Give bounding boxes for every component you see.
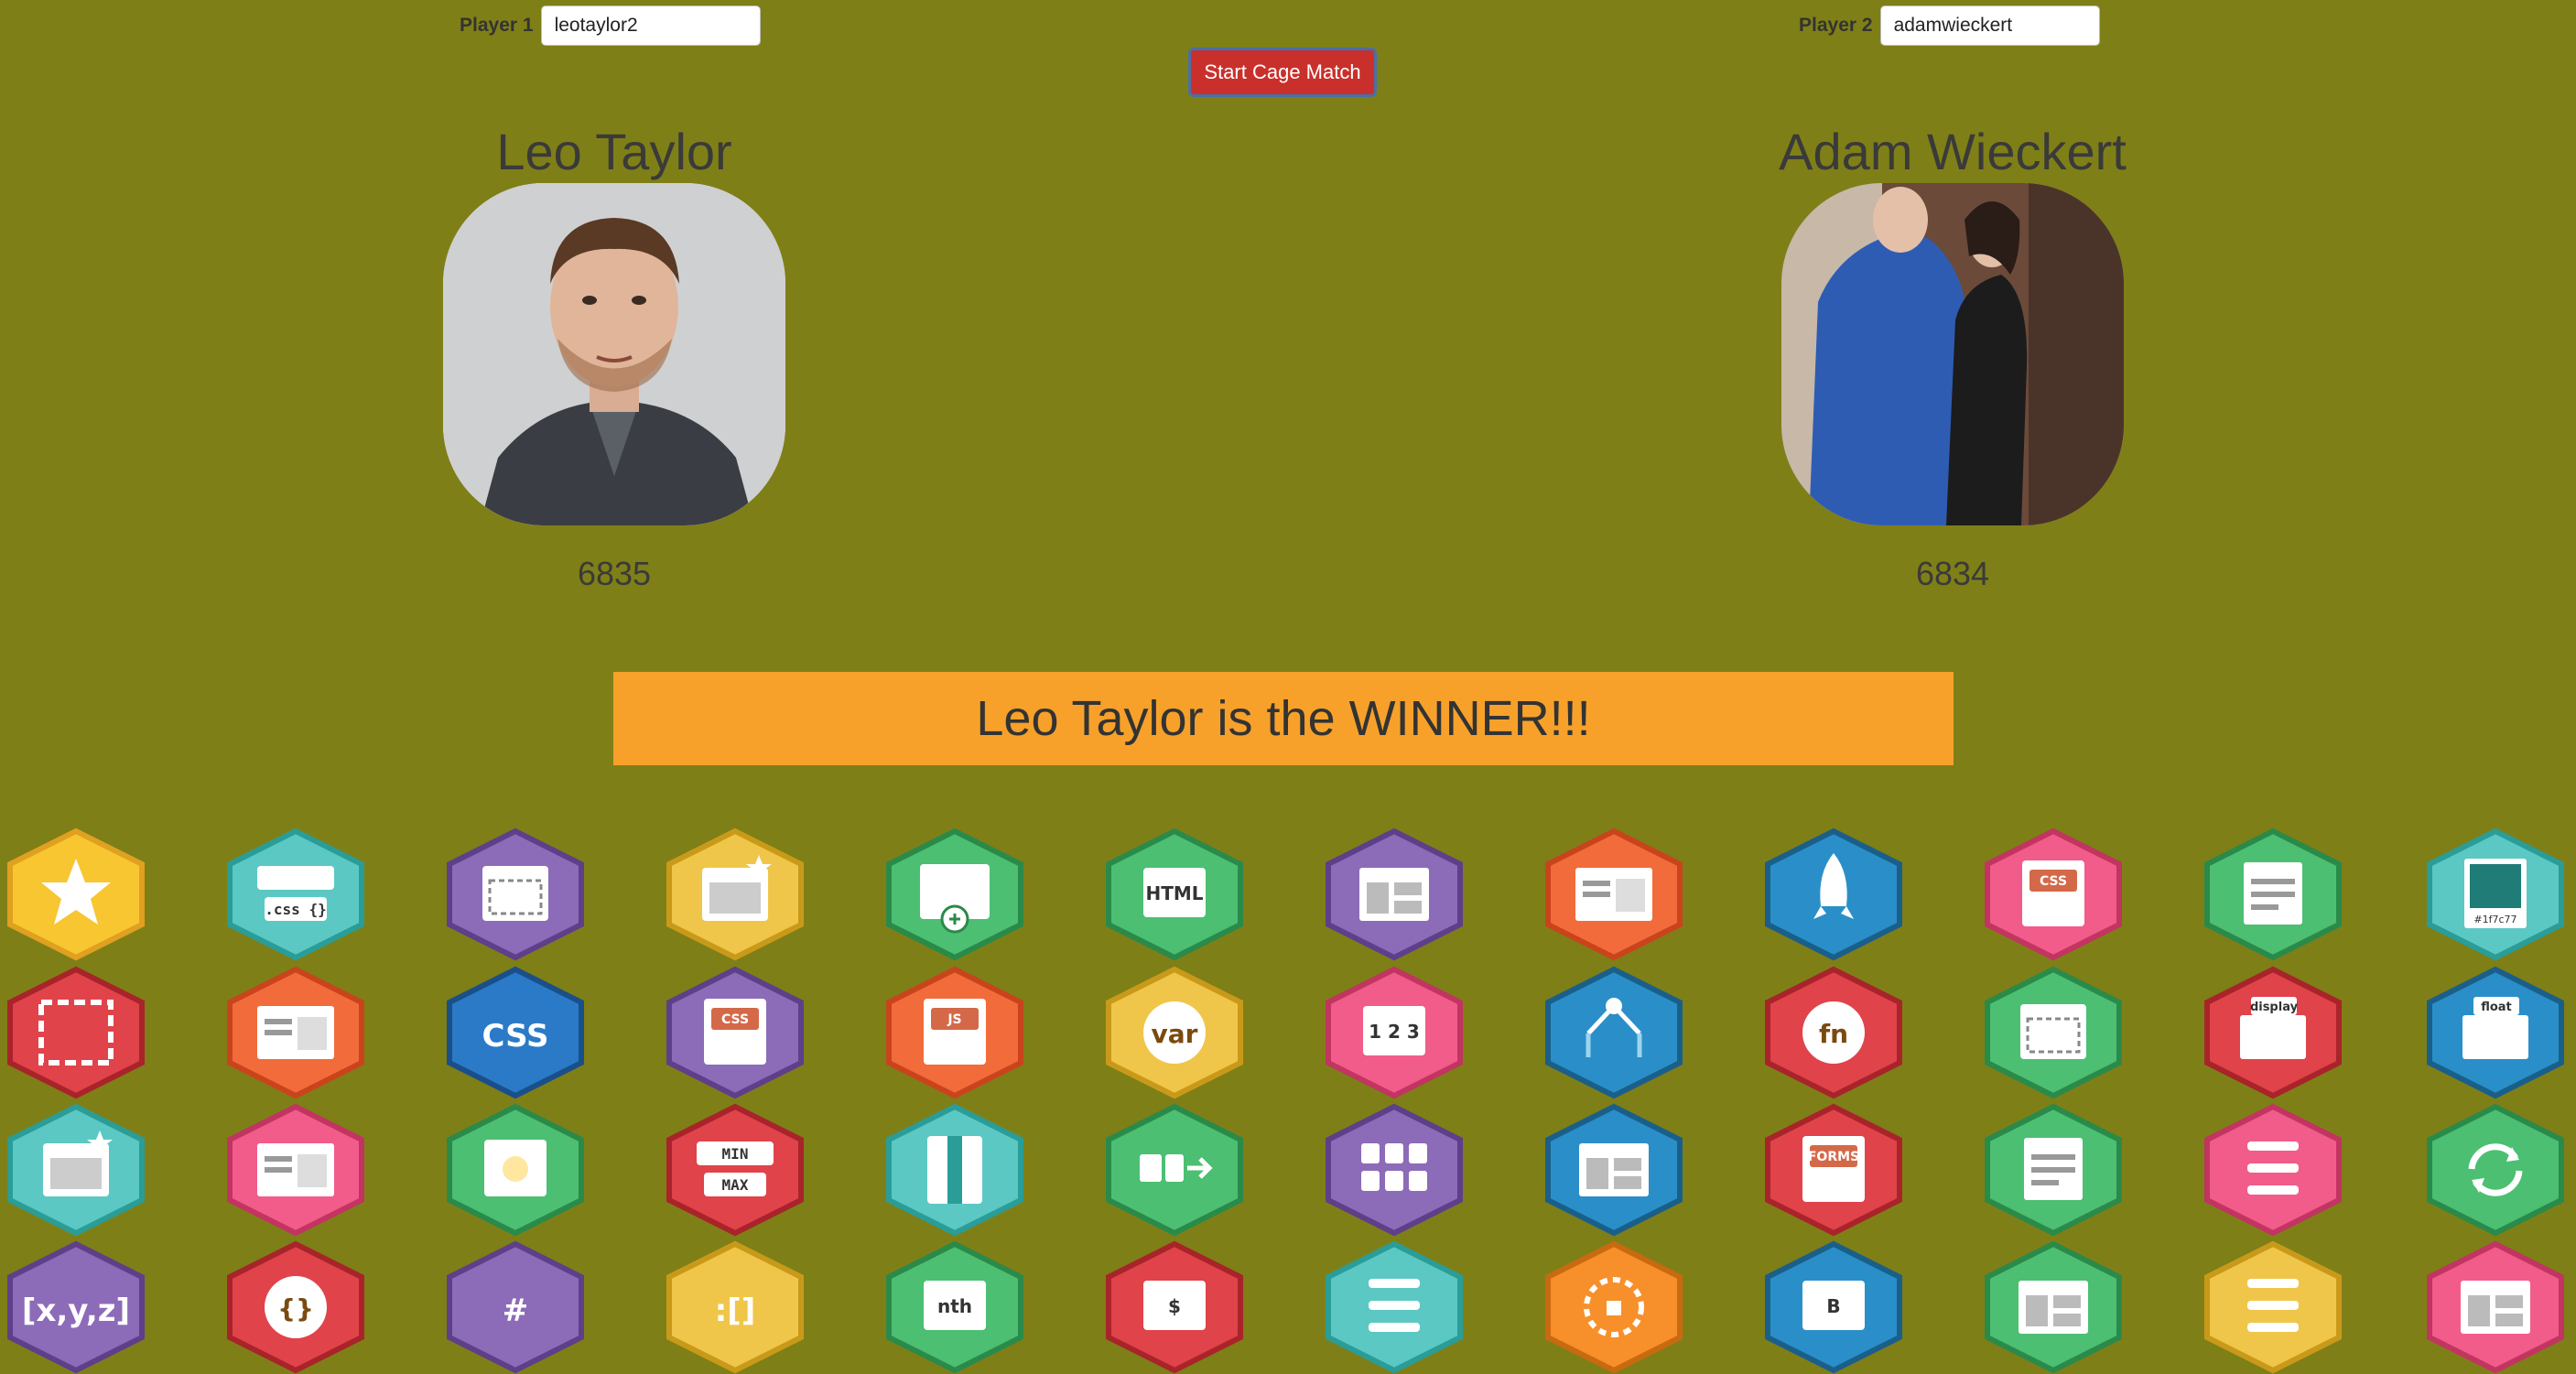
svg-text:{}: {}: [277, 1293, 314, 1324]
badge-news-icon: [224, 1103, 367, 1237]
svg-text:MIN: MIN: [722, 1145, 749, 1163]
player1-avatar: [443, 183, 785, 525]
badge-css-icon: CSS: [664, 966, 806, 1099]
badge-circle-text-icon: {}: [224, 1240, 367, 1374]
svg-text:#1f7c77: #1f7c77: [2473, 914, 2516, 925]
svg-text:CSS: CSS: [482, 1018, 548, 1055]
badge-window-icon: [1982, 966, 2125, 1099]
badge-list-icon: [2202, 1240, 2344, 1374]
badge-grid-icon: [1323, 1103, 1466, 1237]
svg-text:#: #: [503, 1293, 529, 1329]
start-cage-match-button[interactable]: Start Cage Match: [1188, 48, 1377, 97]
badge-window-plus-icon: [883, 828, 1026, 961]
svg-text:var: var: [1152, 1019, 1198, 1049]
badge-tree-icon: [1542, 966, 1685, 1099]
badge-float-icon: float: [2424, 966, 2567, 1099]
badge-fn-icon: fn: [1762, 966, 1905, 1099]
player2-score: 6834: [1915, 555, 1990, 592]
player1-name: Leo Taylor: [496, 123, 732, 180]
badge-layout-icon: [1323, 828, 1466, 961]
badge-arrow-icon: [1103, 1103, 1246, 1237]
badge-doc-icon: [1982, 1103, 2125, 1237]
player2-card: Adam Wieckert 6834: [1751, 121, 2154, 593]
player1-score: 6835: [577, 555, 652, 592]
player2-username-input[interactable]: [1879, 5, 2100, 46]
badge-bulb-icon: [444, 1103, 587, 1237]
badge-html-icon: HTML: [1103, 828, 1246, 961]
badge-news-icon: [1542, 828, 1685, 961]
svg-text:HTML: HTML: [1145, 882, 1203, 904]
player2-name: Adam Wieckert: [1779, 123, 2127, 180]
badge-window-icon: [444, 828, 587, 961]
svg-text:nth: nth: [937, 1295, 972, 1317]
svg-text:JS: JS: [947, 1012, 961, 1027]
badge-list-icon: [2202, 1103, 2344, 1237]
badge-nth-icon: nth: [883, 1240, 1026, 1374]
badge-bigtext-icon: #: [444, 1240, 587, 1374]
badge-dashcircle-icon: [1542, 1240, 1685, 1374]
badge-css-icon: CSS: [444, 966, 587, 1099]
svg-text:float: float: [2481, 1001, 2512, 1014]
badge-grid: .css {} HTML CSS #1f7c77 CSS CSS JS var 1 2 3 fn d…: [0, 824, 2576, 1374]
player2-input-group: Player 2: [1799, 4, 2100, 48]
svg-text::[]: :[]: [715, 1293, 756, 1329]
badge-cycle-icon: [2424, 1103, 2567, 1237]
badge-rocket-icon: [1762, 828, 1905, 961]
badge-1f7c77-icon: #1f7c77: [2424, 828, 2567, 961]
svg-text:fn: fn: [1819, 1019, 1848, 1049]
svg-text:.css {}: .css {}: [265, 901, 326, 918]
player1-input-group: Player 1: [460, 4, 761, 48]
svg-text:B: B: [1826, 1295, 1840, 1317]
badge-forms-icon: FORMS: [1762, 1103, 1905, 1237]
svg-text:FORMS: FORMS: [1808, 1150, 1859, 1164]
svg-text:1 2 3: 1 2 3: [1369, 1021, 1420, 1043]
badge-bigtext-icon: :[]: [664, 1240, 806, 1374]
player1-label: Player 1: [460, 15, 534, 36]
winner-banner: Leo Taylor is the WINNER!!!: [613, 672, 1954, 765]
svg-text:display: display: [2250, 1001, 2299, 1014]
player2-avatar: [1781, 183, 2124, 525]
badge-news-icon: [224, 966, 367, 1099]
badge-layout-icon: [1982, 1240, 2125, 1374]
svg-text:CSS: CSS: [2040, 874, 2067, 889]
player1-username-input[interactable]: [540, 5, 761, 46]
badge-css-icon: CSS: [1982, 828, 2125, 961]
player2-label: Player 2: [1799, 15, 1873, 36]
player1-card: Leo Taylor 6835: [413, 121, 816, 593]
badge-htmlcss-icon: .css {}: [224, 828, 367, 961]
svg-text:CSS: CSS: [721, 1012, 749, 1027]
badge-123-icon: 1 2 3: [1323, 966, 1466, 1099]
badge-var-icon: var: [1103, 966, 1246, 1099]
winner-text: Leo Taylor is the WINNER!!!: [976, 691, 1591, 746]
badge-dashed-icon: [5, 966, 147, 1099]
badge-minmax-icon: MIN MAX: [664, 1103, 806, 1237]
svg-text:MAX: MAX: [722, 1176, 749, 1194]
svg-text:[x,y,z]: [x,y,z]: [22, 1293, 130, 1329]
badge-layout-icon: [1542, 1103, 1685, 1237]
badge-layout-icon: [2424, 1240, 2567, 1374]
svg-text:$: $: [1168, 1295, 1181, 1317]
badge-star-icon: [5, 828, 147, 961]
badge-list-icon: [1323, 1240, 1466, 1374]
badge-text-icon: $: [1103, 1240, 1246, 1374]
badge-doc-icon: [2202, 828, 2344, 961]
badge-window-star-icon: [5, 1103, 147, 1237]
badge-xyz-icon: [x,y,z]: [5, 1240, 147, 1374]
badge-pillars-icon: [883, 1103, 1026, 1237]
badge-js-icon: JS: [883, 966, 1026, 1099]
badge-b-icon: B: [1762, 1240, 1905, 1374]
badge-display-icon: display: [2202, 966, 2344, 1099]
badge-window-star-icon: [664, 828, 806, 961]
